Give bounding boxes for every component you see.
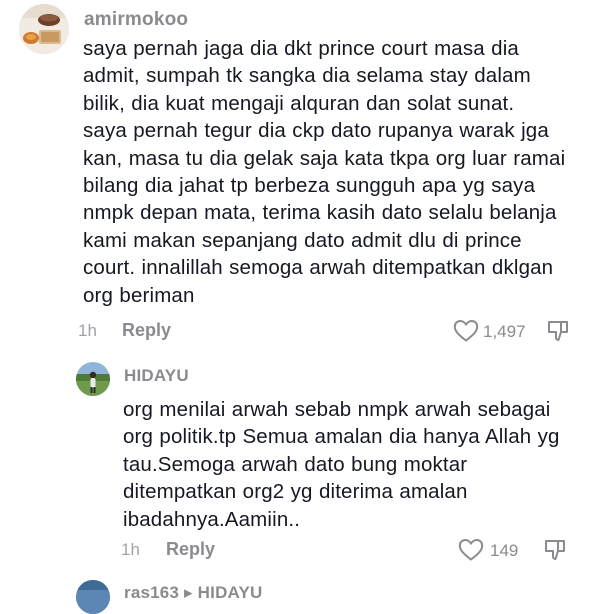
comment-username[interactable]: ras163 ▸ HIDAYU xyxy=(124,583,262,603)
like-count: 149 xyxy=(490,541,519,560)
comment-line: kami makan sepanjang dato admit dlu di p… xyxy=(83,228,522,252)
food-photo-avatar-icon xyxy=(19,4,69,54)
comment-line: saya pernah tegur dia ckp dato rupanya w… xyxy=(83,119,549,143)
comment-line: ditempatkan org2 yg diterima amalan xyxy=(123,480,468,504)
comment-line: kan, masa tu dia gelak saja kata tkpa or… xyxy=(83,146,566,170)
comment-line: court. innalillah semoga arwah ditempatk… xyxy=(83,256,554,280)
comment-line: org menilai arwah sebab nmpk arwah sebag… xyxy=(123,398,551,421)
comment-text: org menilai arwah sebab nmpk arwah sebag… xyxy=(123,396,560,533)
comment-line: saya pernah jaga dia dkt prince court ma… xyxy=(83,37,519,60)
like-count: 1,497 xyxy=(483,322,526,341)
outdoor-person-avatar-icon xyxy=(76,362,110,396)
user-avatar[interactable] xyxy=(19,4,69,54)
comment-line: org politik.tp Semua amalan dia hanya Al… xyxy=(123,425,560,449)
comment-timestamp: 1h xyxy=(78,321,97,340)
reply-button[interactable]: Reply xyxy=(166,539,215,560)
user-avatar[interactable] xyxy=(76,580,110,614)
user-avatar[interactable] xyxy=(76,362,110,396)
comment-username[interactable]: amirmokoo xyxy=(84,9,188,31)
comment-username[interactable]: HIDAYU xyxy=(124,366,189,386)
comment-line: tau.Semoga arwah dato bung moktar xyxy=(123,452,468,476)
reply-button[interactable]: Reply xyxy=(122,320,171,341)
comment-line: org beriman xyxy=(83,283,195,307)
heart-icon[interactable] xyxy=(453,319,479,343)
comment-line: bilik, dia kuat mengaji alquran dan sola… xyxy=(83,91,515,115)
partial-avatar-icon xyxy=(76,580,110,614)
comment-timestamp: 1h xyxy=(121,540,140,559)
heart-icon[interactable] xyxy=(458,538,484,562)
comment-line: ibadahnya.Aamiin.. xyxy=(123,507,301,531)
comment-text: saya pernah jaga dia dkt prince court ma… xyxy=(83,35,565,309)
dislike-icon[interactable] xyxy=(543,538,567,562)
comment-line: admit, sumpah tk sangka dia selama stay … xyxy=(83,64,531,88)
dislike-icon[interactable] xyxy=(546,319,570,343)
comment-line: bilang dia jahat tp berbeza sungguh apa … xyxy=(83,174,536,198)
comment-line: nmpk depan mata, terima kasih dato selal… xyxy=(83,201,557,225)
